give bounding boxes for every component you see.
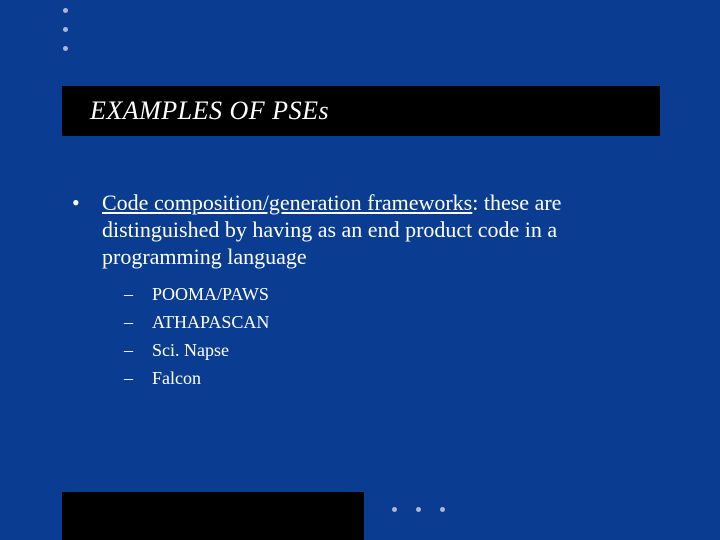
dot-icon: [63, 46, 68, 51]
list-item: – Falcon: [124, 368, 652, 390]
dash-marker: –: [124, 284, 152, 306]
decorative-dots-bottom: [392, 507, 445, 512]
bullet-marker: •: [72, 190, 102, 270]
main-bullet-lead: Code composition/generation frameworks: [102, 190, 472, 215]
title-bar: EXAMPLES OF PSEs: [62, 86, 660, 136]
dash-marker: –: [124, 368, 152, 390]
slide-title: EXAMPLES OF PSEs: [90, 96, 329, 126]
list-item: – POOMA/PAWS: [124, 284, 652, 306]
dot-icon: [63, 27, 68, 32]
dot-icon: [63, 8, 68, 13]
dot-icon: [416, 507, 421, 512]
list-item: – Sci. Napse: [124, 340, 652, 362]
sub-bullet-list: – POOMA/PAWS – ATHAPASCAN – Sci. Napse –…: [124, 284, 652, 390]
sub-item-text: Falcon: [152, 368, 201, 390]
main-bullet-text: Code composition/generation frameworks: …: [102, 190, 652, 270]
main-bullet: • Code composition/generation frameworks…: [72, 190, 652, 270]
list-item: – ATHAPASCAN: [124, 312, 652, 334]
sub-item-text: ATHAPASCAN: [152, 312, 269, 334]
decorative-bottom-bar: [62, 492, 364, 540]
dot-icon: [440, 507, 445, 512]
sub-item-text: POOMA/PAWS: [152, 284, 269, 306]
decorative-dots-top: [63, 8, 68, 51]
dash-marker: –: [124, 312, 152, 334]
dot-icon: [392, 507, 397, 512]
sub-item-text: Sci. Napse: [152, 340, 229, 362]
slide-content: • Code composition/generation frameworks…: [72, 190, 652, 396]
dash-marker: –: [124, 340, 152, 362]
